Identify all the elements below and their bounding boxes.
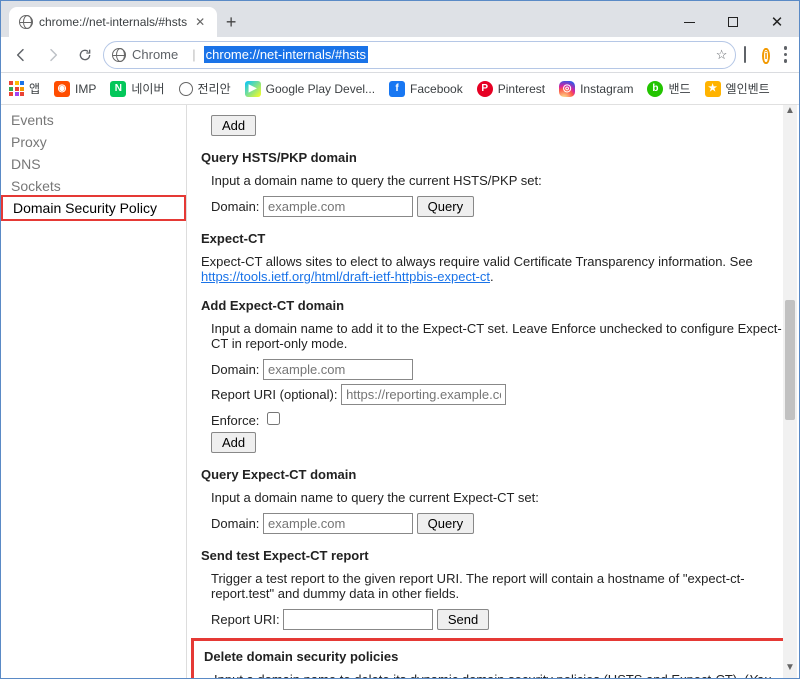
label-report-uri: Report URI: [211, 612, 280, 627]
omnibox-chip: Chrome [132, 47, 178, 62]
desc-expect-ct: Expect-CT allows sites to elect to alway… [201, 254, 785, 284]
forward-button[interactable] [39, 41, 67, 69]
sidebar-item-events[interactable]: Events [1, 109, 186, 131]
query-hsts-button[interactable]: Query [417, 196, 474, 217]
delete-domain-highlight-box: Delete domain security policies Input a … [191, 638, 791, 678]
band-icon: b [647, 81, 663, 97]
expect-ct-spec-link[interactable]: https://tools.ietf.org/html/draft-ietf-h… [201, 269, 490, 284]
label-domain: Domain: [211, 362, 259, 377]
extension-area: i [740, 47, 773, 62]
sidebar-item-sockets[interactable]: Sockets [1, 175, 186, 197]
imp-icon: ◉ [54, 81, 70, 97]
sidebar-item-domain-security-policy[interactable]: Domain Security Policy [1, 195, 186, 221]
payment-icon[interactable] [744, 47, 746, 62]
label-enforce: Enforce: [211, 413, 259, 428]
label-domain: Domain: [211, 199, 259, 214]
query-expect-domain-input[interactable] [263, 513, 413, 534]
bookmark-facebook[interactable]: f Facebook [389, 81, 463, 97]
bookmarks-bar: 앱 ◉ IMP N 네이버 전리안 ▶ Google Play Devel...… [1, 73, 799, 105]
net-internals-sidebar: Events Proxy DNS Sockets Domain Security… [1, 105, 187, 678]
query-hsts-domain-input[interactable] [263, 196, 413, 217]
minimize-button[interactable] [667, 7, 711, 37]
add-expect-domain-input[interactable] [263, 359, 413, 380]
back-button[interactable] [7, 41, 35, 69]
send-test-button[interactable]: Send [437, 609, 489, 630]
bookmark-apps[interactable]: 앱 [9, 80, 40, 97]
window-controls: ✕ [667, 7, 799, 37]
label-domain: Domain: [211, 516, 259, 531]
new-tab-button[interactable]: + [217, 7, 245, 37]
pinterest-icon: P [477, 81, 493, 97]
bookmark-star-icon[interactable]: ☆ [716, 47, 728, 63]
add-expect-enforce-checkbox[interactable] [267, 412, 280, 425]
bookmark-label: Instagram [580, 82, 633, 96]
main-panel: Add Query HSTS/PKP domain Input a domain… [187, 105, 799, 678]
bookmark-jeonrian[interactable]: 전리안 [179, 80, 231, 97]
label-report-uri: Report URI (optional): [211, 387, 337, 402]
section-delete-domain: Delete domain security policies [204, 649, 782, 664]
add-hsts-button[interactable]: Add [211, 115, 256, 136]
section-query-hsts: Query HSTS/PKP domain [201, 150, 785, 165]
scroll-up-icon[interactable]: ▲ [783, 105, 797, 121]
chrome-menu-icon[interactable] [778, 46, 794, 63]
bookmark-naver[interactable]: N 네이버 [110, 80, 164, 97]
naver-icon: N [110, 81, 126, 97]
scrollbar-track[interactable]: ▲ ▼ [783, 105, 797, 678]
bookmark-pinterest[interactable]: P Pinterest [477, 81, 545, 97]
bookmark-label: IMP [75, 82, 96, 96]
bookmark-band[interactable]: b 밴드 [647, 80, 690, 97]
desc-query-expect-ct: Input a domain name to query the current… [211, 490, 785, 505]
globe-icon [19, 15, 33, 29]
desc-send-test: Trigger a test report to the given repor… [211, 571, 785, 601]
send-test-report-uri-input[interactable] [283, 609, 433, 630]
bookmark-event[interactable]: ★ 엘인벤트 [705, 80, 770, 97]
close-button[interactable]: ✕ [755, 7, 799, 37]
bookmark-label: 네이버 [131, 80, 164, 97]
bookmark-label: Facebook [410, 82, 463, 96]
apps-icon [9, 81, 24, 96]
section-expect-ct: Expect-CT [201, 231, 785, 246]
browser-tab[interactable]: chrome://net-internals/#hsts ✕ [9, 7, 217, 37]
scrollbar-thumb[interactable] [785, 300, 795, 420]
section-add-expect-ct: Add Expect-CT domain [201, 298, 785, 313]
add-expect-report-uri-input[interactable] [341, 384, 506, 405]
desc-query-hsts: Input a domain name to query the current… [211, 173, 785, 188]
sidebar-item-proxy[interactable]: Proxy [1, 131, 186, 153]
bookmark-instagram[interactable]: ◎ Instagram [559, 81, 633, 97]
maximize-button[interactable] [711, 7, 755, 37]
bookmark-imp[interactable]: ◉ IMP [54, 81, 96, 97]
bookmark-label: 앱 [29, 80, 40, 97]
bookmark-label: Google Play Devel... [266, 82, 375, 96]
tab-close-icon[interactable]: ✕ [193, 15, 207, 29]
bookmark-googleplay[interactable]: ▶ Google Play Devel... [245, 81, 375, 97]
play-icon: ▶ [245, 81, 261, 97]
event-icon: ★ [705, 81, 721, 97]
omnibox-url[interactable]: chrome://net-internals/#hsts [204, 46, 368, 63]
window-titlebar: chrome://net-internals/#hsts ✕ + ✕ [1, 1, 799, 37]
sidebar-item-dns[interactable]: DNS [1, 153, 186, 175]
tab-title: chrome://net-internals/#hsts [39, 15, 187, 29]
desc-add-expect-ct: Input a domain name to add it to the Exp… [211, 321, 785, 351]
bookmark-label: Pinterest [498, 82, 545, 96]
query-expect-button[interactable]: Query [417, 513, 474, 534]
info-extension-icon[interactable]: i [762, 47, 769, 62]
desc-delete-domain: Input a domain name to delete its dynami… [214, 672, 782, 678]
globe-icon [179, 82, 193, 96]
section-query-expect-ct: Query Expect-CT domain [201, 467, 785, 482]
address-bar[interactable]: Chrome | chrome://net-internals/#hsts ☆ [103, 41, 736, 69]
section-send-test-expect-ct: Send test Expect-CT report [201, 548, 785, 563]
reload-button[interactable] [71, 41, 99, 69]
scroll-down-icon[interactable]: ▼ [783, 662, 797, 678]
facebook-icon: f [389, 81, 405, 97]
site-info-icon[interactable] [112, 48, 126, 62]
bookmark-label: 전리안 [198, 80, 231, 97]
browser-toolbar: Chrome | chrome://net-internals/#hsts ☆ … [1, 37, 799, 73]
instagram-icon: ◎ [559, 81, 575, 97]
bookmark-label: 밴드 [668, 80, 690, 97]
add-expect-button[interactable]: Add [211, 432, 256, 453]
bookmark-label: 엘인벤트 [726, 80, 770, 97]
